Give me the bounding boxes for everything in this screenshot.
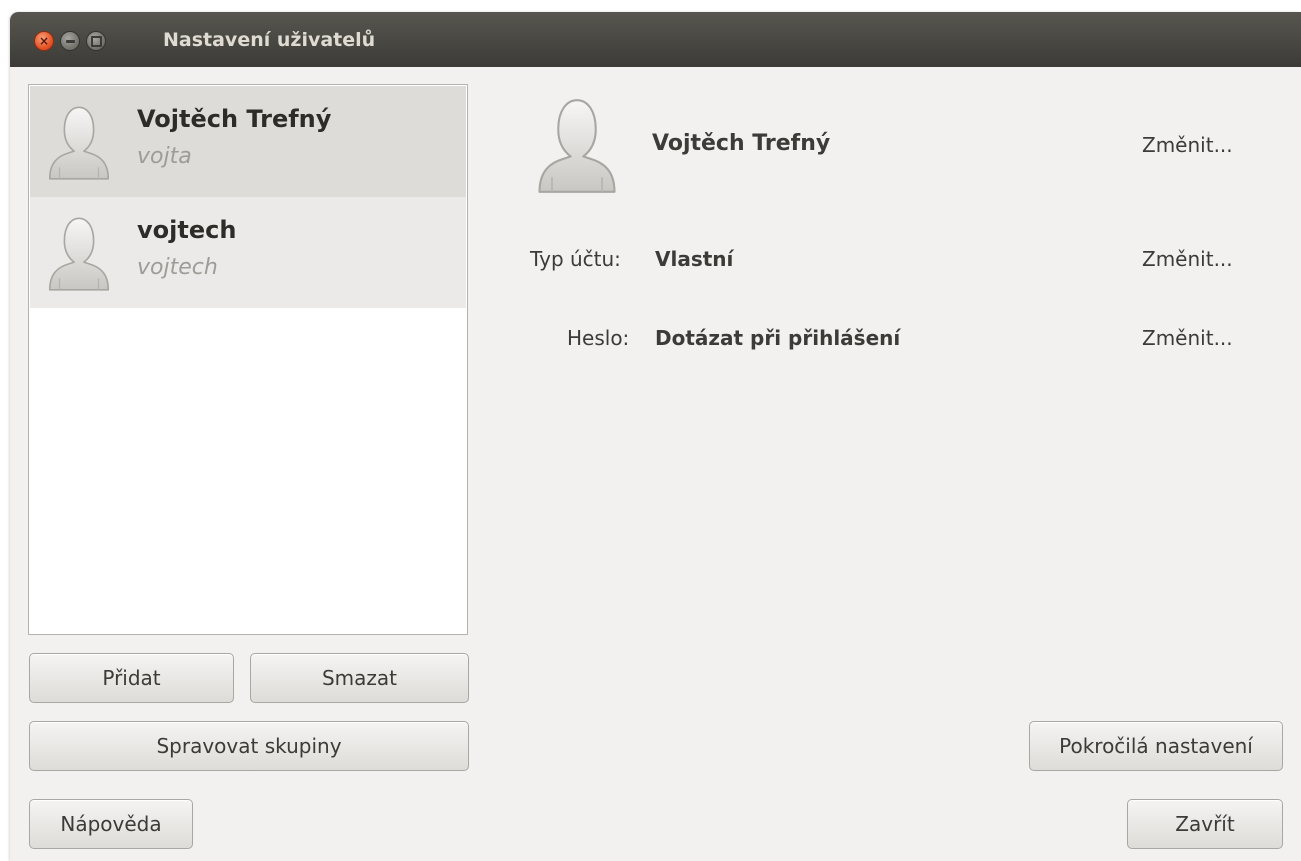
title-bar: × Nastavení uživatelů [10, 12, 1301, 67]
help-button[interactable]: Nápověda [29, 799, 193, 849]
user-list-item-vojtech[interactable]: vojtech vojtech [30, 197, 466, 308]
user-display-name: Vojtěch Trefný [137, 105, 332, 133]
add-user-button[interactable]: Přidat [29, 653, 234, 703]
manage-groups-button[interactable]: Spravovat skupiny [29, 721, 469, 771]
delete-user-button[interactable]: Smazat [250, 653, 469, 703]
close-button[interactable]: Zavřít [1127, 799, 1283, 849]
user-list-item-vojta[interactable]: Vojtěch Trefný vojta [30, 86, 466, 197]
change-password-link[interactable]: Změnit... [1142, 326, 1233, 350]
user-login-name: vojta [137, 144, 192, 169]
user-list[interactable]: Vojtěch Trefný vojta vojtech vojtech [28, 84, 468, 635]
account-type-value: Vlastní [655, 247, 734, 271]
password-value: Dotázat při přihlášení [655, 326, 901, 350]
advanced-settings-button[interactable]: Pokročilá nastavení [1029, 721, 1283, 771]
window-title: Nastavení uživatelů [163, 29, 376, 51]
user-avatar-icon [46, 104, 112, 182]
selected-user-name: Vojtěch Trefný [652, 131, 831, 156]
close-icon[interactable]: × [34, 31, 54, 51]
selected-user-avatar-icon[interactable] [534, 96, 620, 196]
maximize-icon[interactable] [86, 31, 106, 51]
user-display-name: vojtech [137, 216, 237, 244]
change-account-type-link[interactable]: Změnit... [1142, 247, 1233, 271]
change-name-link[interactable]: Změnit... [1142, 133, 1233, 157]
user-avatar-icon [46, 215, 112, 293]
password-label: Heslo: [567, 326, 630, 350]
account-type-label: Typ účtu: [530, 247, 621, 271]
minimize-icon[interactable] [60, 31, 80, 51]
user-settings-window: × Nastavení uživatelů Vojtěch Trefný voj… [10, 12, 1301, 861]
user-login-name: vojtech [137, 255, 218, 280]
